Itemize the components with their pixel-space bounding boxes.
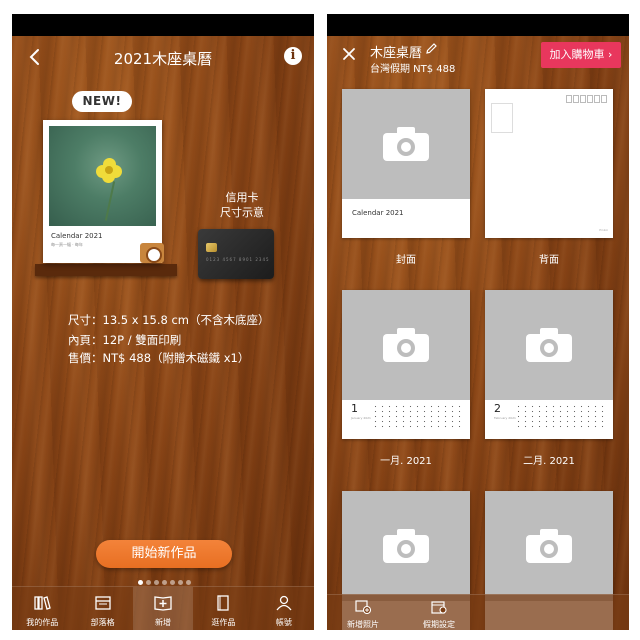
browse-icon xyxy=(217,595,230,611)
wooden-stand xyxy=(35,264,177,276)
add-to-cart-button[interactable]: 加入購物車 › xyxy=(541,42,621,68)
screenshot-stage: 2021木座桌曆 i NEW! Calendar 2021 每一頁一幅 · 每年… xyxy=(0,0,640,640)
stamp-boxes xyxy=(566,95,607,103)
blog-icon xyxy=(94,596,111,610)
photo-placeholder[interactable] xyxy=(342,290,470,400)
calendar-preview: Calendar 2021 每一頁一幅 · 每年 xyxy=(43,120,162,263)
holiday-settings-button[interactable]: 假期設定 xyxy=(409,595,469,630)
editor-header: 木座桌曆 台灣假期 NT$ 488 加入購物車 › xyxy=(327,36,629,88)
carousel-dots[interactable] xyxy=(138,580,191,585)
calendar-settings-icon xyxy=(431,601,447,614)
mini-calendar-grid xyxy=(372,404,464,430)
tab-label: 逛作品 xyxy=(211,618,236,627)
person-icon xyxy=(276,595,292,611)
page-label: 一月. 2021 xyxy=(380,456,432,467)
product-header: 2021木座桌曆 i xyxy=(12,36,314,80)
page-january[interactable]: 1 January 2021 xyxy=(342,290,470,439)
calendar-label: Calendar 2021 xyxy=(51,232,103,240)
tab-blog[interactable]: 部落格 xyxy=(72,587,132,630)
add-book-icon xyxy=(154,596,172,611)
photo-placeholder[interactable] xyxy=(485,290,613,400)
bottom-tab-label: 新增照片 xyxy=(347,620,379,629)
carousel-dot[interactable] xyxy=(186,580,191,585)
camera-icon xyxy=(383,127,429,161)
brand-mark: Pinkoi xyxy=(599,228,608,232)
status-bar xyxy=(327,14,629,36)
month-subtitle: February 2021 xyxy=(494,416,516,420)
product-intro-screen: 2021木座桌曆 i NEW! Calendar 2021 每一頁一幅 · 每年… xyxy=(12,14,314,630)
tab-browse[interactable]: 逛作品 xyxy=(193,587,253,630)
photo-placeholder[interactable] xyxy=(485,491,613,601)
stem xyxy=(104,181,116,221)
close-icon xyxy=(343,48,355,60)
start-new-project-button[interactable]: 開始新作品 xyxy=(96,540,232,568)
bottom-tab-label: 假期設定 xyxy=(423,620,455,629)
page-cover[interactable]: Calendar 2021 xyxy=(342,89,470,238)
address-box xyxy=(491,103,513,133)
camera-icon xyxy=(526,529,572,563)
credit-card-label-line2: 尺寸示意 xyxy=(220,206,264,219)
carousel-dot[interactable] xyxy=(178,580,183,585)
card-number: 0123 4567 8901 2345 xyxy=(206,257,270,262)
page-title: 2021木座桌曆 xyxy=(113,50,213,68)
flower-photo xyxy=(49,126,156,226)
page-label: 二月. 2021 xyxy=(523,456,575,467)
calendar-editor-screen: 木座桌曆 台灣假期 NT$ 488 加入購物車 › Calendar 2021 … xyxy=(327,14,629,630)
bottom-tab-bar: 我的作品 部落格 新增 逛作品 帳號 xyxy=(12,586,314,630)
page-february[interactable]: 2 February 2021 xyxy=(485,290,613,439)
books-icon xyxy=(34,596,51,610)
spec-pages: 內頁：12P / 雙面印刷 xyxy=(68,333,182,347)
photo-placeholder[interactable] xyxy=(342,491,470,601)
carousel-dot[interactable] xyxy=(154,580,159,585)
tab-my-works[interactable]: 我的作品 xyxy=(12,587,72,630)
close-button[interactable] xyxy=(341,46,357,67)
editor-bottom-bar: 新增照片 假期設定 xyxy=(327,594,629,630)
spec-price: 售價：NT$ 488（附贈木磁鐵 x1） xyxy=(68,351,250,365)
camera-magnet-icon xyxy=(140,243,164,263)
status-bar xyxy=(12,14,314,36)
mini-calendar-grid xyxy=(515,404,607,430)
card-chip-icon xyxy=(206,243,217,252)
month-number: 1 xyxy=(351,402,358,415)
carousel-dot[interactable] xyxy=(162,580,167,585)
tab-account[interactable]: 帳號 xyxy=(254,587,314,630)
month-number: 2 xyxy=(494,402,501,415)
carousel-dot[interactable] xyxy=(138,580,143,585)
camera-icon xyxy=(526,328,572,362)
add-photo-icon xyxy=(355,600,371,614)
new-badge: NEW! xyxy=(72,91,132,112)
month-subtitle: January 2021 xyxy=(351,416,371,420)
tab-label: 部落格 xyxy=(90,618,115,627)
photo-placeholder[interactable] xyxy=(342,89,470,199)
tab-label: 帳號 xyxy=(275,618,292,627)
cover-caption: Calendar 2021 xyxy=(352,209,404,217)
info-icon[interactable]: i xyxy=(284,47,302,65)
camera-icon xyxy=(383,328,429,362)
project-title[interactable]: 木座桌曆 xyxy=(370,42,422,61)
flower-icon xyxy=(96,158,122,183)
credit-card-size-reference: 0123 4567 8901 2345 xyxy=(198,229,274,279)
pencil-icon xyxy=(426,43,437,54)
credit-card-label: 信用卡 尺寸示意 xyxy=(212,190,272,220)
carousel-dot[interactable] xyxy=(146,580,151,585)
tab-add[interactable]: 新增 xyxy=(132,587,194,630)
add-photo-button[interactable]: 新增照片 xyxy=(333,595,393,630)
tab-label: 新增 xyxy=(155,618,172,627)
calendar-sub: 每一頁一幅 · 每年 xyxy=(51,242,83,247)
tab-label: 我的作品 xyxy=(26,618,59,627)
edit-title-button[interactable] xyxy=(425,42,438,58)
page-label: 背面 xyxy=(539,255,559,266)
page-label: 封面 xyxy=(396,255,416,266)
carousel-dot[interactable] xyxy=(170,580,175,585)
credit-card-label-line1: 信用卡 xyxy=(225,191,259,204)
camera-icon xyxy=(383,529,429,563)
holiday-price: 台灣假期 NT$ 488 xyxy=(370,64,456,75)
page-back[interactable]: Pinkoi xyxy=(485,89,613,238)
spec-size: 尺寸：13.5 x 15.8 cm（不含木底座） xyxy=(68,313,270,327)
